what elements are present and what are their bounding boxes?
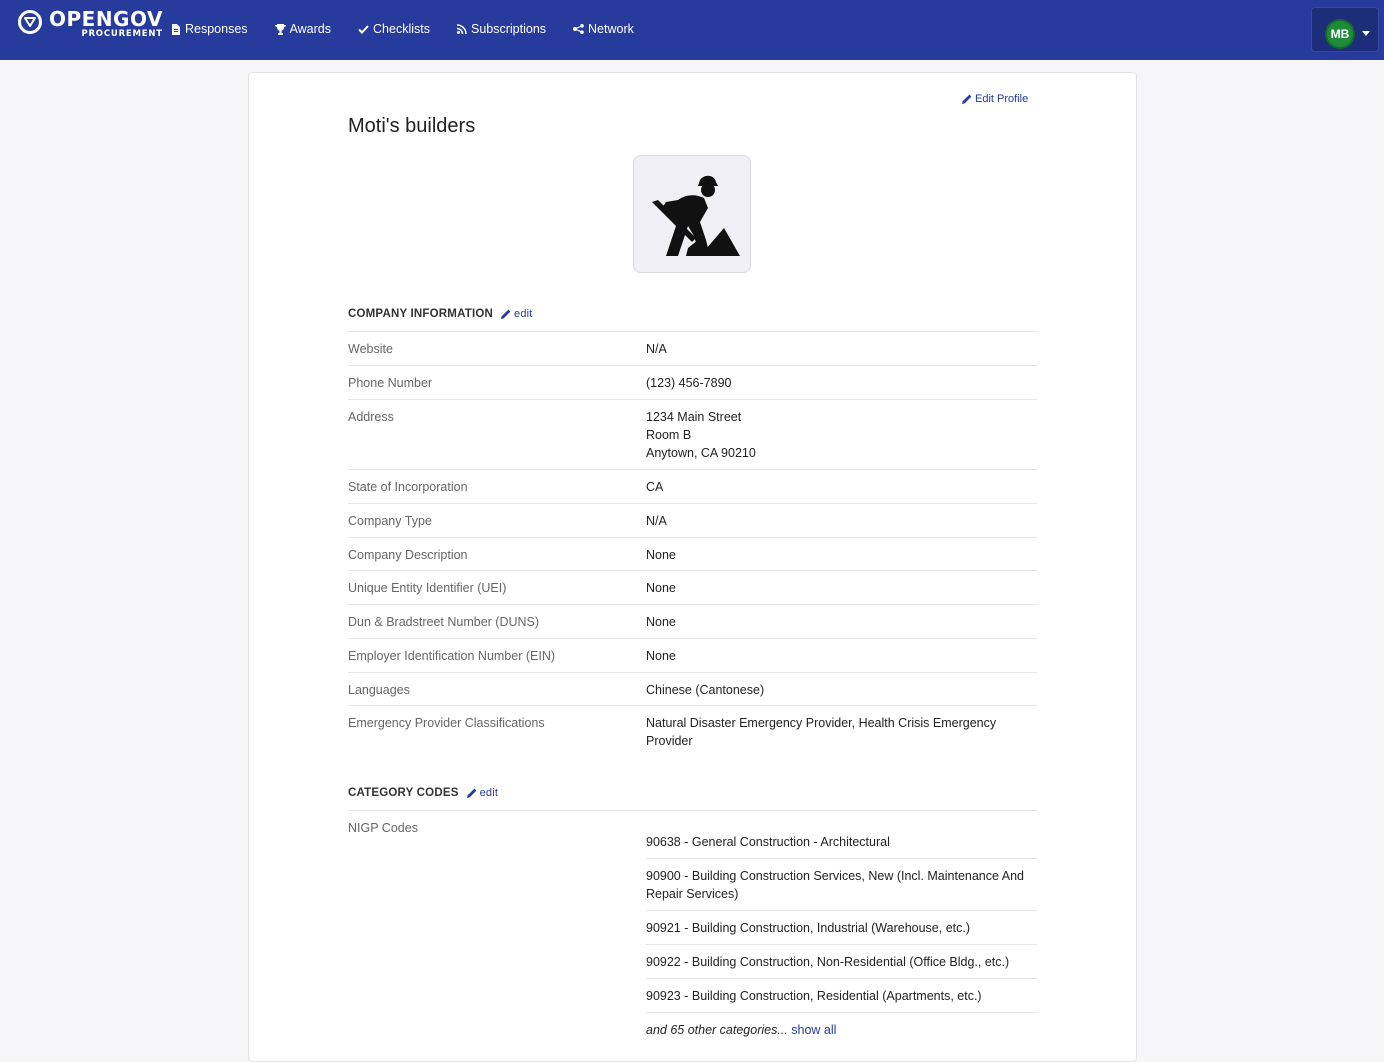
company-info-edit-link[interactable]: edit — [501, 308, 533, 320]
nav-label: Checklists — [373, 22, 430, 36]
field-label: Phone Number — [348, 376, 433, 390]
divider — [348, 469, 1037, 470]
share-icon — [573, 24, 584, 34]
logo-icon — [18, 10, 42, 34]
nav-label: Subscriptions — [470, 22, 547, 36]
field-label: Website — [348, 342, 393, 356]
field-value: CA — [646, 480, 664, 494]
show-all-link[interactable]: show all — [791, 1023, 836, 1037]
field-value: Chinese (Cantonese) — [646, 683, 765, 697]
pencil-icon — [501, 309, 511, 319]
field-value: N/A — [646, 342, 667, 356]
divider — [348, 570, 1037, 571]
divider — [348, 638, 1037, 639]
edit-label: edit — [514, 308, 533, 320]
edit-label: edit — [479, 787, 499, 799]
divider — [646, 978, 1037, 979]
divider — [348, 503, 1037, 504]
trophy-icon — [274, 23, 286, 35]
brand-name: OPENGOV — [49, 7, 163, 31]
value-line: Natural Disaster Emergency Provider, Hea… — [646, 716, 997, 730]
nigp-code-item: 90923 - Building Construction, Residenti… — [646, 989, 982, 1003]
nav-checklists[interactable]: Checklists — [358, 22, 430, 36]
field-label: Company Description — [348, 548, 468, 562]
more-categories: and 65 other categories... show all — [646, 1021, 1036, 1039]
divider — [348, 604, 1037, 605]
field-value: None — [646, 548, 676, 562]
nigp-code-item: 90900 - Building Construction Services, … — [646, 867, 1036, 903]
divider — [348, 810, 1037, 811]
company-logo — [633, 155, 751, 273]
divider — [646, 1012, 1037, 1013]
divider — [646, 944, 1037, 945]
nav-label: Awards — [289, 22, 332, 36]
opengov-logo[interactable]: OPENGOV PROCUREMENT — [18, 9, 163, 49]
address-line: 1234 Main Street — [646, 410, 742, 424]
edit-profile-label: Edit Profile — [975, 93, 1029, 105]
top-navbar: OPENGOV PROCUREMENT Responses Awards Che… — [0, 0, 1384, 60]
address-line: Room B — [646, 428, 692, 442]
divider — [646, 910, 1037, 911]
nav-label: Responses — [185, 22, 248, 36]
pencil-icon — [962, 94, 972, 104]
file-icon — [171, 23, 181, 35]
pencil-icon — [466, 788, 476, 798]
field-label: Address — [348, 410, 394, 424]
nav-network[interactable]: Network — [573, 22, 634, 36]
divider — [348, 331, 1037, 332]
divider — [646, 858, 1037, 859]
rss-icon — [456, 24, 467, 34]
address-value: 1234 Main Street Room B Anytown, CA 9021… — [646, 408, 1036, 462]
divider — [348, 705, 1037, 706]
divider — [348, 672, 1037, 673]
main-nav: Responses Awards Checklists Subscription… — [171, 22, 661, 36]
field-label: Emergency Provider Classifications — [348, 716, 545, 730]
divider — [348, 365, 1037, 366]
divider — [348, 537, 1037, 538]
nav-label: Network — [588, 22, 634, 36]
divider — [348, 399, 1037, 400]
code-line: Repair Services) — [646, 887, 739, 901]
field-value: None — [646, 615, 676, 629]
section-title: CATEGORY CODES — [348, 787, 459, 799]
field-label: State of Incorporation — [348, 480, 468, 494]
nav-awards[interactable]: Awards — [274, 22, 332, 36]
nigp-codes-label: NIGP Codes — [348, 821, 418, 835]
field-value: None — [646, 581, 676, 595]
value-line: Provider — [646, 734, 693, 748]
category-codes-edit-link[interactable]: edit — [466, 787, 499, 799]
field-value: (123) 456-7890 — [646, 376, 732, 390]
field-label: Employer Identification Number (EIN) — [348, 649, 556, 663]
user-menu-button[interactable]: MB — [1311, 7, 1379, 52]
chevron-down-icon — [1362, 31, 1370, 36]
nigp-code-item: 90922 - Building Construction, Non-Resid… — [646, 955, 1010, 969]
more-categories-text: and 65 other categories... — [646, 1023, 788, 1037]
check-icon — [358, 24, 369, 34]
page-title: Moti's builders — [348, 115, 476, 137]
nav-subscriptions[interactable]: Subscriptions — [456, 22, 547, 36]
company-info-heading: COMPANY INFORMATION edit — [348, 308, 533, 320]
field-label: Languages — [348, 683, 410, 697]
category-codes-heading: CATEGORY CODES edit — [348, 787, 498, 799]
field-value: N/A — [646, 514, 667, 528]
emergency-classifications-value: Natural Disaster Emergency Provider, Hea… — [646, 714, 1036, 750]
nigp-code-item: 90921 - Building Construction, Industria… — [646, 921, 971, 935]
field-label: Dun & Bradstreet Number (DUNS) — [348, 615, 540, 629]
nigp-code-item: 90638 - General Construction - Architect… — [646, 835, 890, 849]
edit-profile-link[interactable]: Edit Profile — [962, 93, 1028, 105]
nav-responses[interactable]: Responses — [171, 22, 248, 36]
section-title: COMPANY INFORMATION — [348, 308, 493, 320]
field-label: Unique Entity Identifier (UEI) — [348, 581, 507, 595]
avatar: MB — [1325, 19, 1355, 49]
field-label: Company Type — [348, 514, 432, 528]
address-line: Anytown, CA 90210 — [646, 446, 756, 460]
construction-worker-icon — [652, 175, 740, 256]
field-value: None — [646, 649, 676, 663]
brand-sub: PROCUREMENT — [81, 29, 163, 39]
code-line: 90900 - Building Construction Services, … — [646, 869, 1024, 883]
